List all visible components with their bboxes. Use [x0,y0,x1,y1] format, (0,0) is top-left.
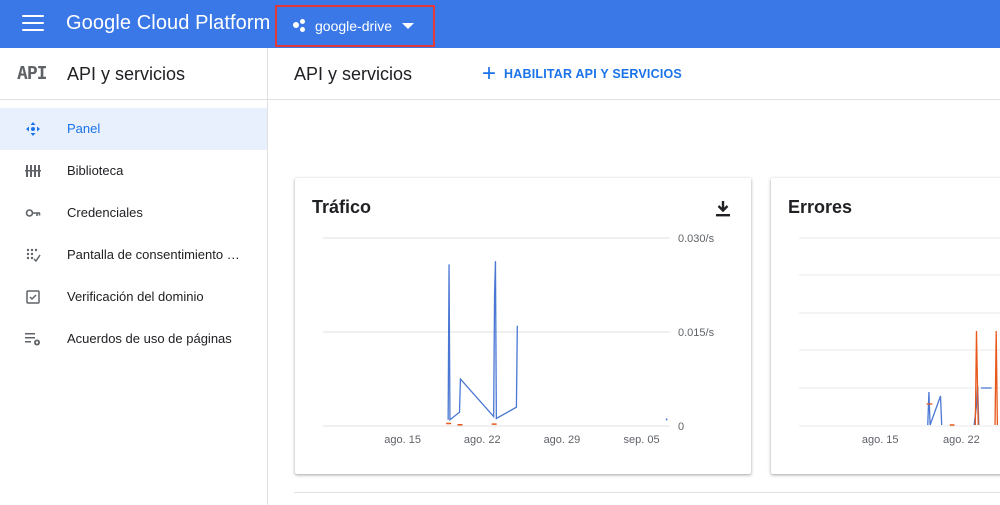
y-tick-label: 0.030/s [678,233,715,245]
project-icon [293,19,307,33]
library-icon [25,164,41,178]
errors-card: Errores ago. 15 ago. 22 [771,178,1000,474]
main-header: API y servicios + HABILITAR API Y SERVIC… [268,48,1000,100]
y-tick-label: 0.015/s [678,327,715,339]
series-line-blue [447,261,518,422]
enable-apis-label: HABILITAR API Y SERVICIOS [504,67,682,81]
sidebar-item-consent-screen[interactable]: Pantalla de consentimiento … [0,234,267,276]
sidebar: API API y servicios Panel Biblioteca Cre… [0,48,268,505]
series-line-orange [974,330,979,426]
page-settings-icon [25,332,41,346]
enable-apis-button[interactable]: + HABILITAR API Y SERVICIOS [482,62,682,86]
project-selector[interactable]: google-drive [275,5,435,47]
sidebar-item-page-usage-agreements[interactable]: Acuerdos de uso de páginas [0,318,267,360]
sidebar-item-label: Acuerdos de uso de páginas [67,331,232,346]
sidebar-item-panel[interactable]: Panel [0,108,267,150]
divider [294,492,1000,493]
x-tick-label: ago. 15 [862,434,899,446]
sidebar-item-label: Pantalla de consentimiento … [67,247,240,262]
sidebar-title: API y servicios [67,64,186,84]
series-line-orange [994,330,999,426]
plus-icon: + [482,60,497,87]
traffic-chart: 0.030/s 0.015/s 0 ago. 15 ago. 22 ago. 29 sep.… [323,233,715,446]
consent-icon [25,248,41,263]
traffic-card: Tráfico 0.030/s 0.015/s 0 ago. 15 ago. 22 ago… [295,178,751,474]
sidebar-item-library[interactable]: Biblioteca [0,150,267,192]
dashboard-icon [25,122,41,136]
sidebar-item-label: Credenciales [67,205,143,220]
sidebar-item-label: Verificación del dominio [67,289,204,304]
errors-chart: ago. 15 ago. 22 [799,237,1000,446]
domain-check-icon [25,290,41,304]
x-tick-label: sep. 05 [624,434,660,446]
series-line-blue [927,391,943,426]
chevron-down-icon [402,23,415,29]
x-tick-label: ago. 22 [943,434,980,446]
y-tick-label: 0 [678,421,684,433]
api-logo: API [17,63,47,84]
sidebar-item-domain-verification[interactable]: Verificación del dominio [0,276,267,318]
key-icon [25,206,41,220]
x-tick-label: ago. 22 [464,434,501,446]
top-bar: Google Cloud Platform google-drive [0,0,1000,48]
sidebar-header: API API y servicios [0,48,267,100]
sidebar-nav: Panel Biblioteca Credenciales Pantalla d… [0,108,267,360]
x-tick-label: ago. 15 [384,434,421,446]
project-name: google-drive [315,18,393,34]
brand-title[interactable]: Google Cloud Platform [66,12,270,35]
sidebar-item-credentials[interactable]: Credenciales [0,192,267,234]
page-title: API y servicios [294,64,413,84]
menu-icon[interactable] [22,15,44,33]
x-tick-label: ago. 29 [544,434,581,446]
sidebar-item-label: Panel [67,121,101,136]
sidebar-item-label: Biblioteca [67,163,124,178]
